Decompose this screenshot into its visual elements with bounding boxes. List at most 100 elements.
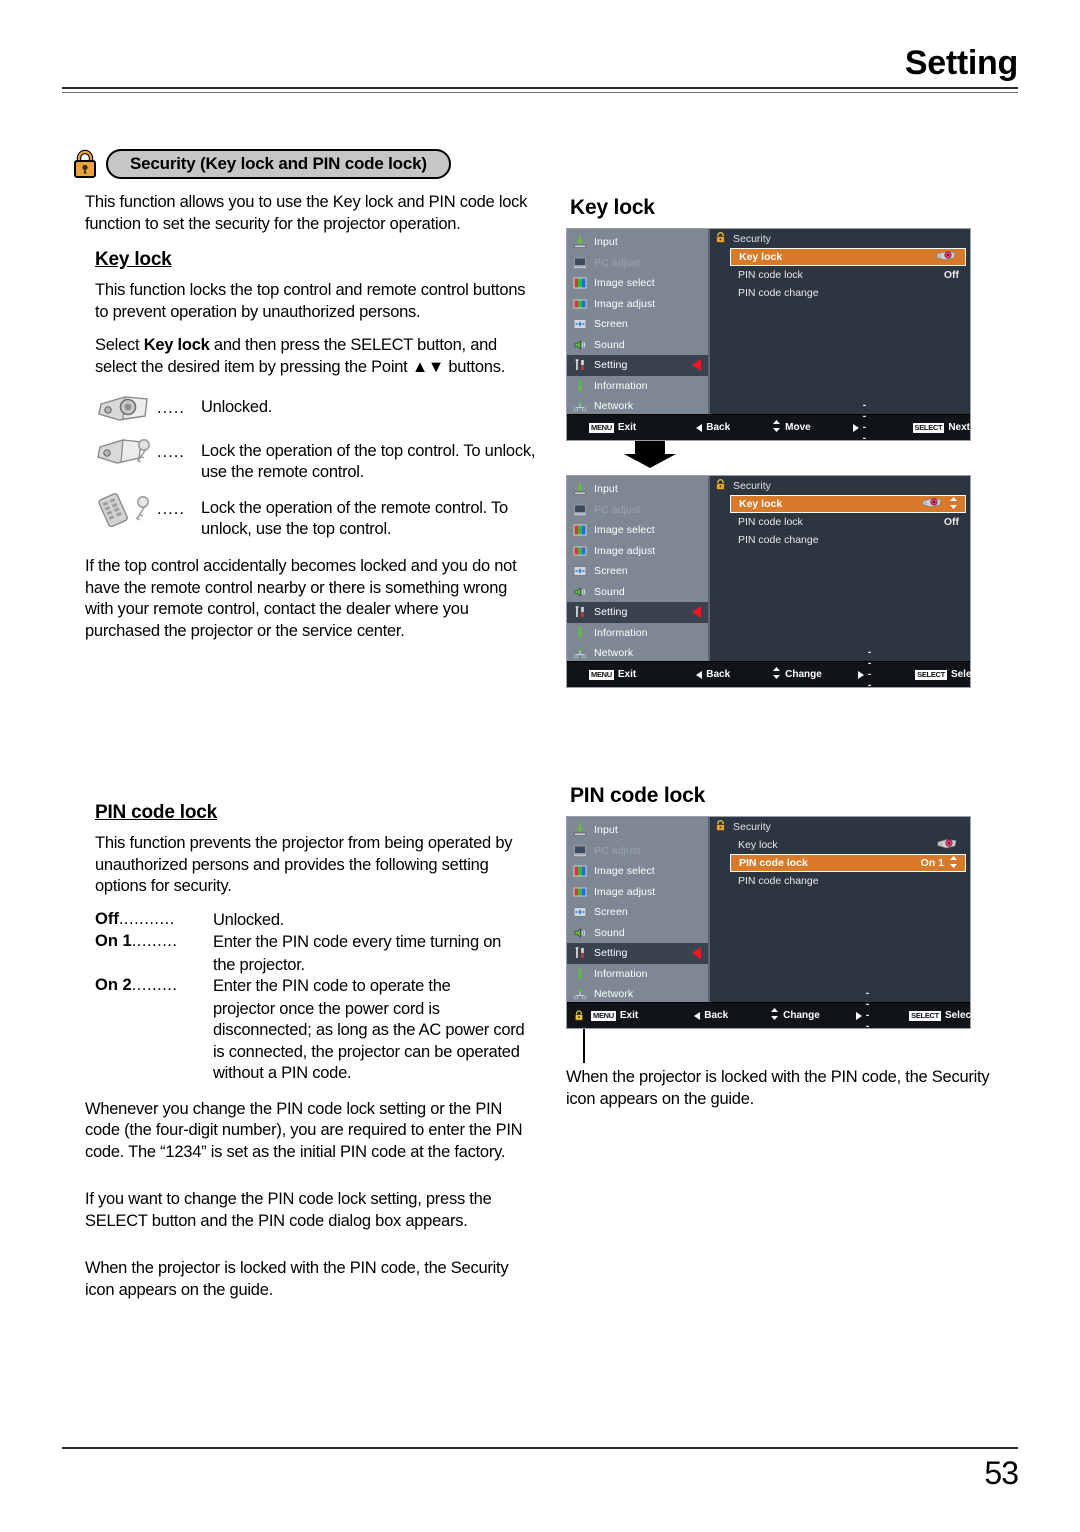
right-column: Key lock Input PC adjust Image select Im… [566,196,1018,1110]
osd-sidebar[interactable]: Input PC adjust Image select Image adjus… [567,229,710,414]
sidebar-item-screen[interactable]: Screen [567,314,708,335]
sidebar-item-image-select[interactable]: Image select [567,273,708,294]
screen-icon [573,317,587,331]
footer-select[interactable]: SELECT Select [915,669,980,680]
menu-row-pin-code-lock[interactable]: PIN code lock Off [730,266,966,284]
network-icon [573,987,587,1001]
option-term: On 2 [95,976,132,994]
osd3-note: When the projector is locked with the PI… [566,1068,990,1108]
sidebar-item-input[interactable]: Input [567,479,708,500]
footer-move[interactable]: Move [772,420,811,435]
menu-row-label: PIN code change [738,287,819,299]
projector-lock-icon [936,250,958,264]
menu-row-pin-code-lock[interactable]: PIN code lock On 1 [730,854,966,872]
sidebar-item-information[interactable]: Information [567,964,708,985]
sidebar-item-screen[interactable]: Screen [567,902,708,923]
footer-dash-label: ----- [867,647,872,702]
sidebar-item-label: Sound [594,338,625,351]
osd-panel-header: Security [710,476,970,493]
menu-row-pin-code-change[interactable]: PIN code change [730,284,966,302]
image-adjust-icon [573,544,587,558]
sidebar-item-image-select[interactable]: Image select [567,861,708,882]
page-header: Setting [62,44,1018,104]
up-down-arrow-icon [772,420,781,435]
section-banner-label: Security (Key lock and PIN code lock) [106,149,451,179]
osd-sidebar[interactable]: Input PC adjust Image select Image adjus… [567,476,710,661]
sidebar-item-label: Input [594,824,618,837]
up-down-arrow-icon[interactable] [949,855,958,871]
menu-row-key-lock[interactable]: Key lock [730,836,966,854]
sidebar-item-input[interactable]: Input [567,820,708,841]
menu-row-pin-code-lock[interactable]: PIN code lock Off [730,513,966,531]
legend-text: Lock the operation of the remote control… [201,499,508,538]
sidebar-item-sound[interactable]: Sound [567,335,708,356]
option-dots: ......... [131,976,178,994]
section-banner: Security (Key lock and PIN code lock) [72,148,451,180]
menu-key-badge: MENU [589,669,614,680]
projector-unlocked-icon [95,390,157,426]
footer-exit[interactable]: MENU Exit [589,669,636,680]
sidebar-item-sound[interactable]: Sound [567,923,708,944]
menu-row-key-lock[interactable]: Key lock [730,495,966,513]
sidebar-item-image-adjust[interactable]: Image adjust [567,882,708,903]
osd-panel-header: Security [710,817,970,834]
sidebar-item-setting[interactable]: Setting [567,943,708,964]
sidebar-item-pc-adjust[interactable]: PC adjust [567,253,708,274]
legend-text: Lock the operation of the top control. T… [201,442,536,481]
osd-footer-bar: MENU Exit Back Move ----- SELECT Next [567,400,970,455]
osd-sidebar[interactable]: Input PC adjust Image select Image adjus… [567,817,710,1002]
sidebar-item-sound[interactable]: Sound [567,582,708,603]
footer-back[interactable]: Back [696,422,730,433]
sidebar-item-image-adjust[interactable]: Image adjust [567,294,708,315]
footer-back[interactable]: Back [694,1010,728,1021]
sidebar-item-setting[interactable]: Setting [567,602,708,623]
sidebar-item-image-adjust[interactable]: Image adjust [567,541,708,562]
sidebar-item-label: Information [594,379,648,392]
footer-change[interactable]: Change [772,667,822,682]
sidebar-item-information[interactable]: Information [567,623,708,644]
sidebar-item-pc-adjust[interactable]: PC adjust [567,841,708,862]
up-down-arrow-icon[interactable] [949,496,958,512]
footer-back[interactable]: Back [696,669,730,680]
sidebar-item-input[interactable]: Input [567,232,708,253]
pc-adjust-icon [573,844,587,858]
osd-panel-title: Security [733,232,771,245]
option-continuation: the projector. [213,955,305,974]
menu-row-key-lock[interactable]: Key lock [730,248,966,266]
arrow-left-icon [694,1011,701,1020]
menu-row-pin-code-change[interactable]: PIN code change [730,872,966,890]
footer-select[interactable]: SELECT Select [909,1010,974,1021]
footer-change[interactable]: Change [770,1008,820,1023]
menu-row-value: Off [943,516,959,528]
up-down-arrow-icon [770,1008,779,1023]
footer-select[interactable]: SELECT Next [912,422,970,433]
sidebar-item-pc-adjust[interactable]: PC adjust [567,500,708,521]
select-key-badge: SELECT [915,669,947,680]
pincode-paragraph-3: If you want to change the PIN code lock … [85,1190,492,1230]
sidebar-item-label: Network [594,400,634,413]
keylock-paragraph-3: If the top control accidentally becomes … [85,557,517,640]
sidebar-item-image-select[interactable]: Image select [567,520,708,541]
sidebar-item-information[interactable]: Information [567,376,708,397]
menu-row-pin-code-change[interactable]: PIN code change [730,531,966,549]
footer-exit[interactable]: MENU Exit [591,1010,638,1021]
security-lock-icon [573,1009,585,1022]
sidebar-item-screen[interactable]: Screen [567,561,708,582]
footer-exit[interactable]: MENU Exit [589,422,636,433]
sidebar-selection-caret-icon [692,947,701,960]
sidebar-item-label: Image adjust [594,544,656,557]
footer-change-label: Change [785,669,822,680]
sidebar-item-label: Sound [594,926,625,939]
option-term: Off [95,909,119,928]
footer-exit-label: Exit [617,422,637,433]
sidebar-item-setting[interactable]: Setting [567,355,708,376]
sidebar-item-label: PC adjust [594,256,641,269]
footer-dash: ----- [857,647,872,702]
page-number: 53 [984,1455,1019,1491]
callout-leader-line [583,1029,585,1063]
arrow-left-icon [696,670,703,679]
keylock-heading: Key lock [95,249,172,270]
sidebar-item-label: Network [594,988,634,1001]
select-key-badge: SELECT [909,1010,941,1021]
osd-menu-rows: Key lock PIN code lock Off PIN code chan… [730,248,966,302]
